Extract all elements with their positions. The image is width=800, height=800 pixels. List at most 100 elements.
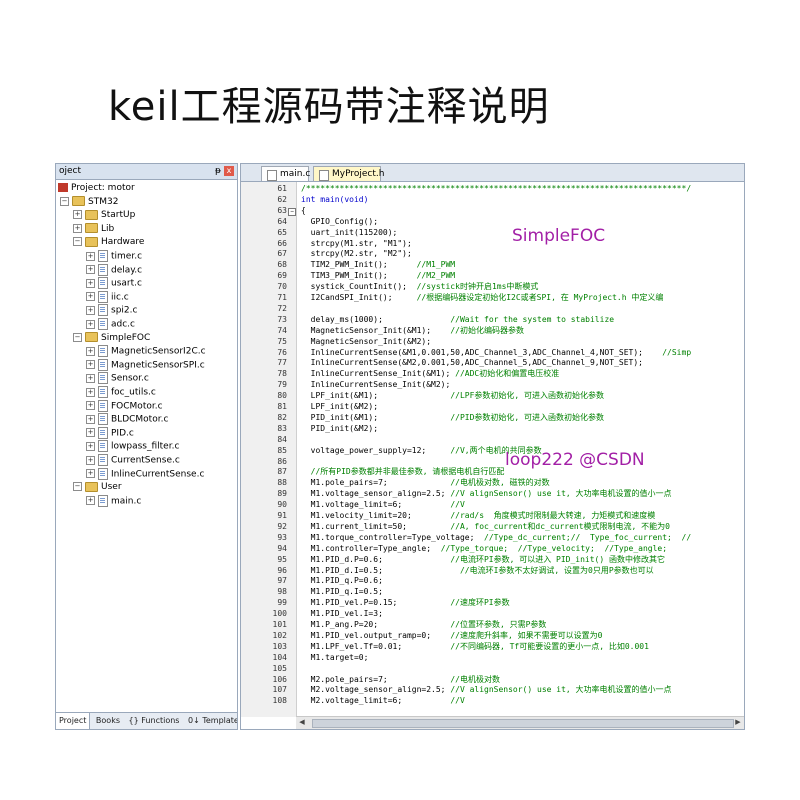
tree-folder-item[interactable]: − Hardware xyxy=(73,236,144,249)
expand-icon[interactable]: + xyxy=(86,251,95,261)
line-number: 90 xyxy=(277,500,287,510)
expand-icon[interactable]: + xyxy=(86,496,95,506)
line-number: 108 xyxy=(272,696,287,706)
tree-file-item[interactable]: + spi2.c xyxy=(86,304,137,317)
tree-file-item[interactable]: + usart.c xyxy=(86,277,142,290)
code-line: 89 M1.voltage_sensor_align=2.5; //V alig… xyxy=(241,489,744,500)
tree-file-item[interactable]: + CurrentSense.c xyxy=(86,454,180,467)
expand-icon[interactable]: + xyxy=(86,414,95,424)
expand-icon[interactable]: + xyxy=(73,210,82,220)
tree-file-item[interactable]: + main.c xyxy=(86,494,141,508)
tree-item-label: MagneticSensorSPI.c xyxy=(111,360,205,371)
expand-icon[interactable]: + xyxy=(86,292,95,302)
tree-item-label: FOCMotor.c xyxy=(111,401,163,412)
line-number: 98 xyxy=(277,587,287,597)
code-line: 87 //所有PID参数都并非最佳参数, 请根据电机自行匹配 xyxy=(241,467,744,478)
tree-file-item[interactable]: + MagneticSensorSPI.c xyxy=(86,358,205,372)
code-line: 97 M1.PID_q.P=0.6; xyxy=(241,576,744,587)
expand-icon[interactable]: + xyxy=(86,360,95,370)
tree-project-root[interactable]: Project: motor xyxy=(58,182,135,195)
scroll-left-icon[interactable]: ◀ xyxy=(296,717,308,728)
tab-templates[interactable]: 0↓ Templates xyxy=(185,713,237,729)
close-icon[interactable]: x xyxy=(224,166,234,176)
expand-icon[interactable]: + xyxy=(86,428,95,438)
code-text: M2.voltage_limit=6; //V xyxy=(301,696,465,706)
tree-folder-item[interactable]: + StartUp xyxy=(73,209,135,222)
code-text: M1.PID_d.P=0.6; //电流环PI参数, 可以进入 PID_init… xyxy=(301,554,666,564)
simplefoc-overlay-label: SimpleFOC xyxy=(512,226,606,246)
code-text: InlineCurrentSense(&M1,0.001,50,ADC_Chan… xyxy=(301,347,692,357)
line-number: 93 xyxy=(277,532,287,542)
tree-item-label: Lib xyxy=(101,223,115,234)
tab-main-c[interactable]: main.c xyxy=(261,166,310,181)
tree-file-item[interactable]: + BLDCMotor.c xyxy=(86,413,168,426)
expand-icon[interactable]: + xyxy=(86,346,95,356)
line-number: 72 xyxy=(277,303,287,313)
tree-folder-item[interactable]: − STM32 xyxy=(60,196,118,209)
tab-functions[interactable]: {} Functions xyxy=(126,713,183,729)
expand-icon[interactable]: + xyxy=(86,455,95,465)
line-number: 79 xyxy=(277,380,287,390)
collapse-icon[interactable]: − xyxy=(73,237,82,247)
tree-file-item[interactable]: + delay.c xyxy=(86,263,142,277)
tree-file-item[interactable]: + FOCMotor.c xyxy=(86,399,163,413)
code-text: M2.voltage_sensor_align=2.5; //V alignSe… xyxy=(301,685,672,695)
tree-file-item[interactable]: + adc.c xyxy=(86,318,135,331)
code-text: TIM2_PWM_Init(); //M1_PWM xyxy=(301,260,456,270)
tab-myproject-h[interactable]: MyProject.h xyxy=(313,166,384,181)
c-file-icon xyxy=(98,399,108,412)
line-number: 87 xyxy=(277,467,287,477)
expand-icon[interactable]: + xyxy=(86,469,95,479)
expand-icon[interactable]: + xyxy=(86,319,95,329)
code-text: M1.PID_vel.P=0.15; //速度环PI参数 xyxy=(301,598,510,608)
scroll-right-icon[interactable]: ▶ xyxy=(732,717,744,728)
expand-icon[interactable]: + xyxy=(86,441,95,451)
tree-file-item[interactable]: + MagneticSensorI2C.c xyxy=(86,345,206,358)
tab-project[interactable]: Project xyxy=(56,713,91,729)
tree-folder-item[interactable]: + Lib xyxy=(73,223,114,236)
expand-icon[interactable]: + xyxy=(86,305,95,315)
expand-icon[interactable]: + xyxy=(86,373,95,383)
c-file-icon xyxy=(98,263,108,276)
tree-file-item[interactable]: + lowpass_filter.c xyxy=(86,440,179,453)
collapse-icon[interactable]: − xyxy=(60,196,69,206)
code-text: M1.torque_controller=Type_voltage; //Typ… xyxy=(301,532,692,542)
tree-item-label: spi2.c xyxy=(111,305,138,316)
tree-file-item[interactable]: + timer.c xyxy=(86,250,142,263)
line-number: 77 xyxy=(277,358,287,368)
collapse-icon[interactable]: − xyxy=(73,332,82,342)
code-text: /***************************************… xyxy=(301,184,692,193)
tree-file-item[interactable]: + InlineCurrentSense.c xyxy=(86,467,204,481)
code-line: 88 M1.pole_pairs=7; //电机极对数, 磁铁的对数 xyxy=(241,478,744,489)
project-panel: oject ᵽ x Project: motor − STM32 + StartUp + L… xyxy=(55,163,238,730)
code-line: 66 strcpy(M1.str, "M1"); xyxy=(241,239,744,250)
code-text: PID_init(&M1); //PID参数初始化, 可进入函数初始化参数 xyxy=(301,412,605,422)
fold-toggle-icon[interactable]: − xyxy=(288,207,296,216)
expand-icon[interactable]: + xyxy=(86,278,95,288)
tree-item-label: iic.c xyxy=(111,292,129,303)
tree-file-item[interactable]: + Sensor.c xyxy=(86,372,149,385)
collapse-icon[interactable]: − xyxy=(73,482,82,492)
expand-icon[interactable]: + xyxy=(73,223,82,233)
code-text: M1.P_ang.P=20; //位置环参数, 只需P参数 xyxy=(301,620,547,629)
tree-item-label: MagneticSensorI2C.c xyxy=(111,346,206,357)
horizontal-scrollbar[interactable]: ◀ ▶ xyxy=(296,716,744,729)
tree-folder-item[interactable]: − User xyxy=(73,481,122,494)
tree-file-item[interactable]: + foc_utils.c xyxy=(86,386,156,399)
expand-icon[interactable]: + xyxy=(86,401,95,411)
line-number: 65 xyxy=(277,227,287,237)
code-area[interactable]: 61 /*************************************… xyxy=(241,184,744,717)
expand-icon[interactable]: + xyxy=(86,265,95,275)
scrollbar-thumb[interactable] xyxy=(312,719,734,728)
expand-icon[interactable]: + xyxy=(86,387,95,397)
pin-icon[interactable]: ᵽ xyxy=(215,164,221,179)
tree-file-item[interactable]: + PID.c xyxy=(86,426,134,440)
code-line: 98 M1.PID_q.I=0.5; xyxy=(241,587,744,598)
code-text: LPF_init(&M2); xyxy=(301,402,379,411)
c-file-icon xyxy=(98,250,108,262)
tree-file-item[interactable]: + iic.c xyxy=(86,290,129,304)
line-number: 61 xyxy=(277,184,287,193)
tree-folder-item[interactable]: − SimpleFOC xyxy=(73,332,150,345)
line-number: 94 xyxy=(277,543,287,553)
tab-books[interactable]: Books xyxy=(93,713,123,729)
